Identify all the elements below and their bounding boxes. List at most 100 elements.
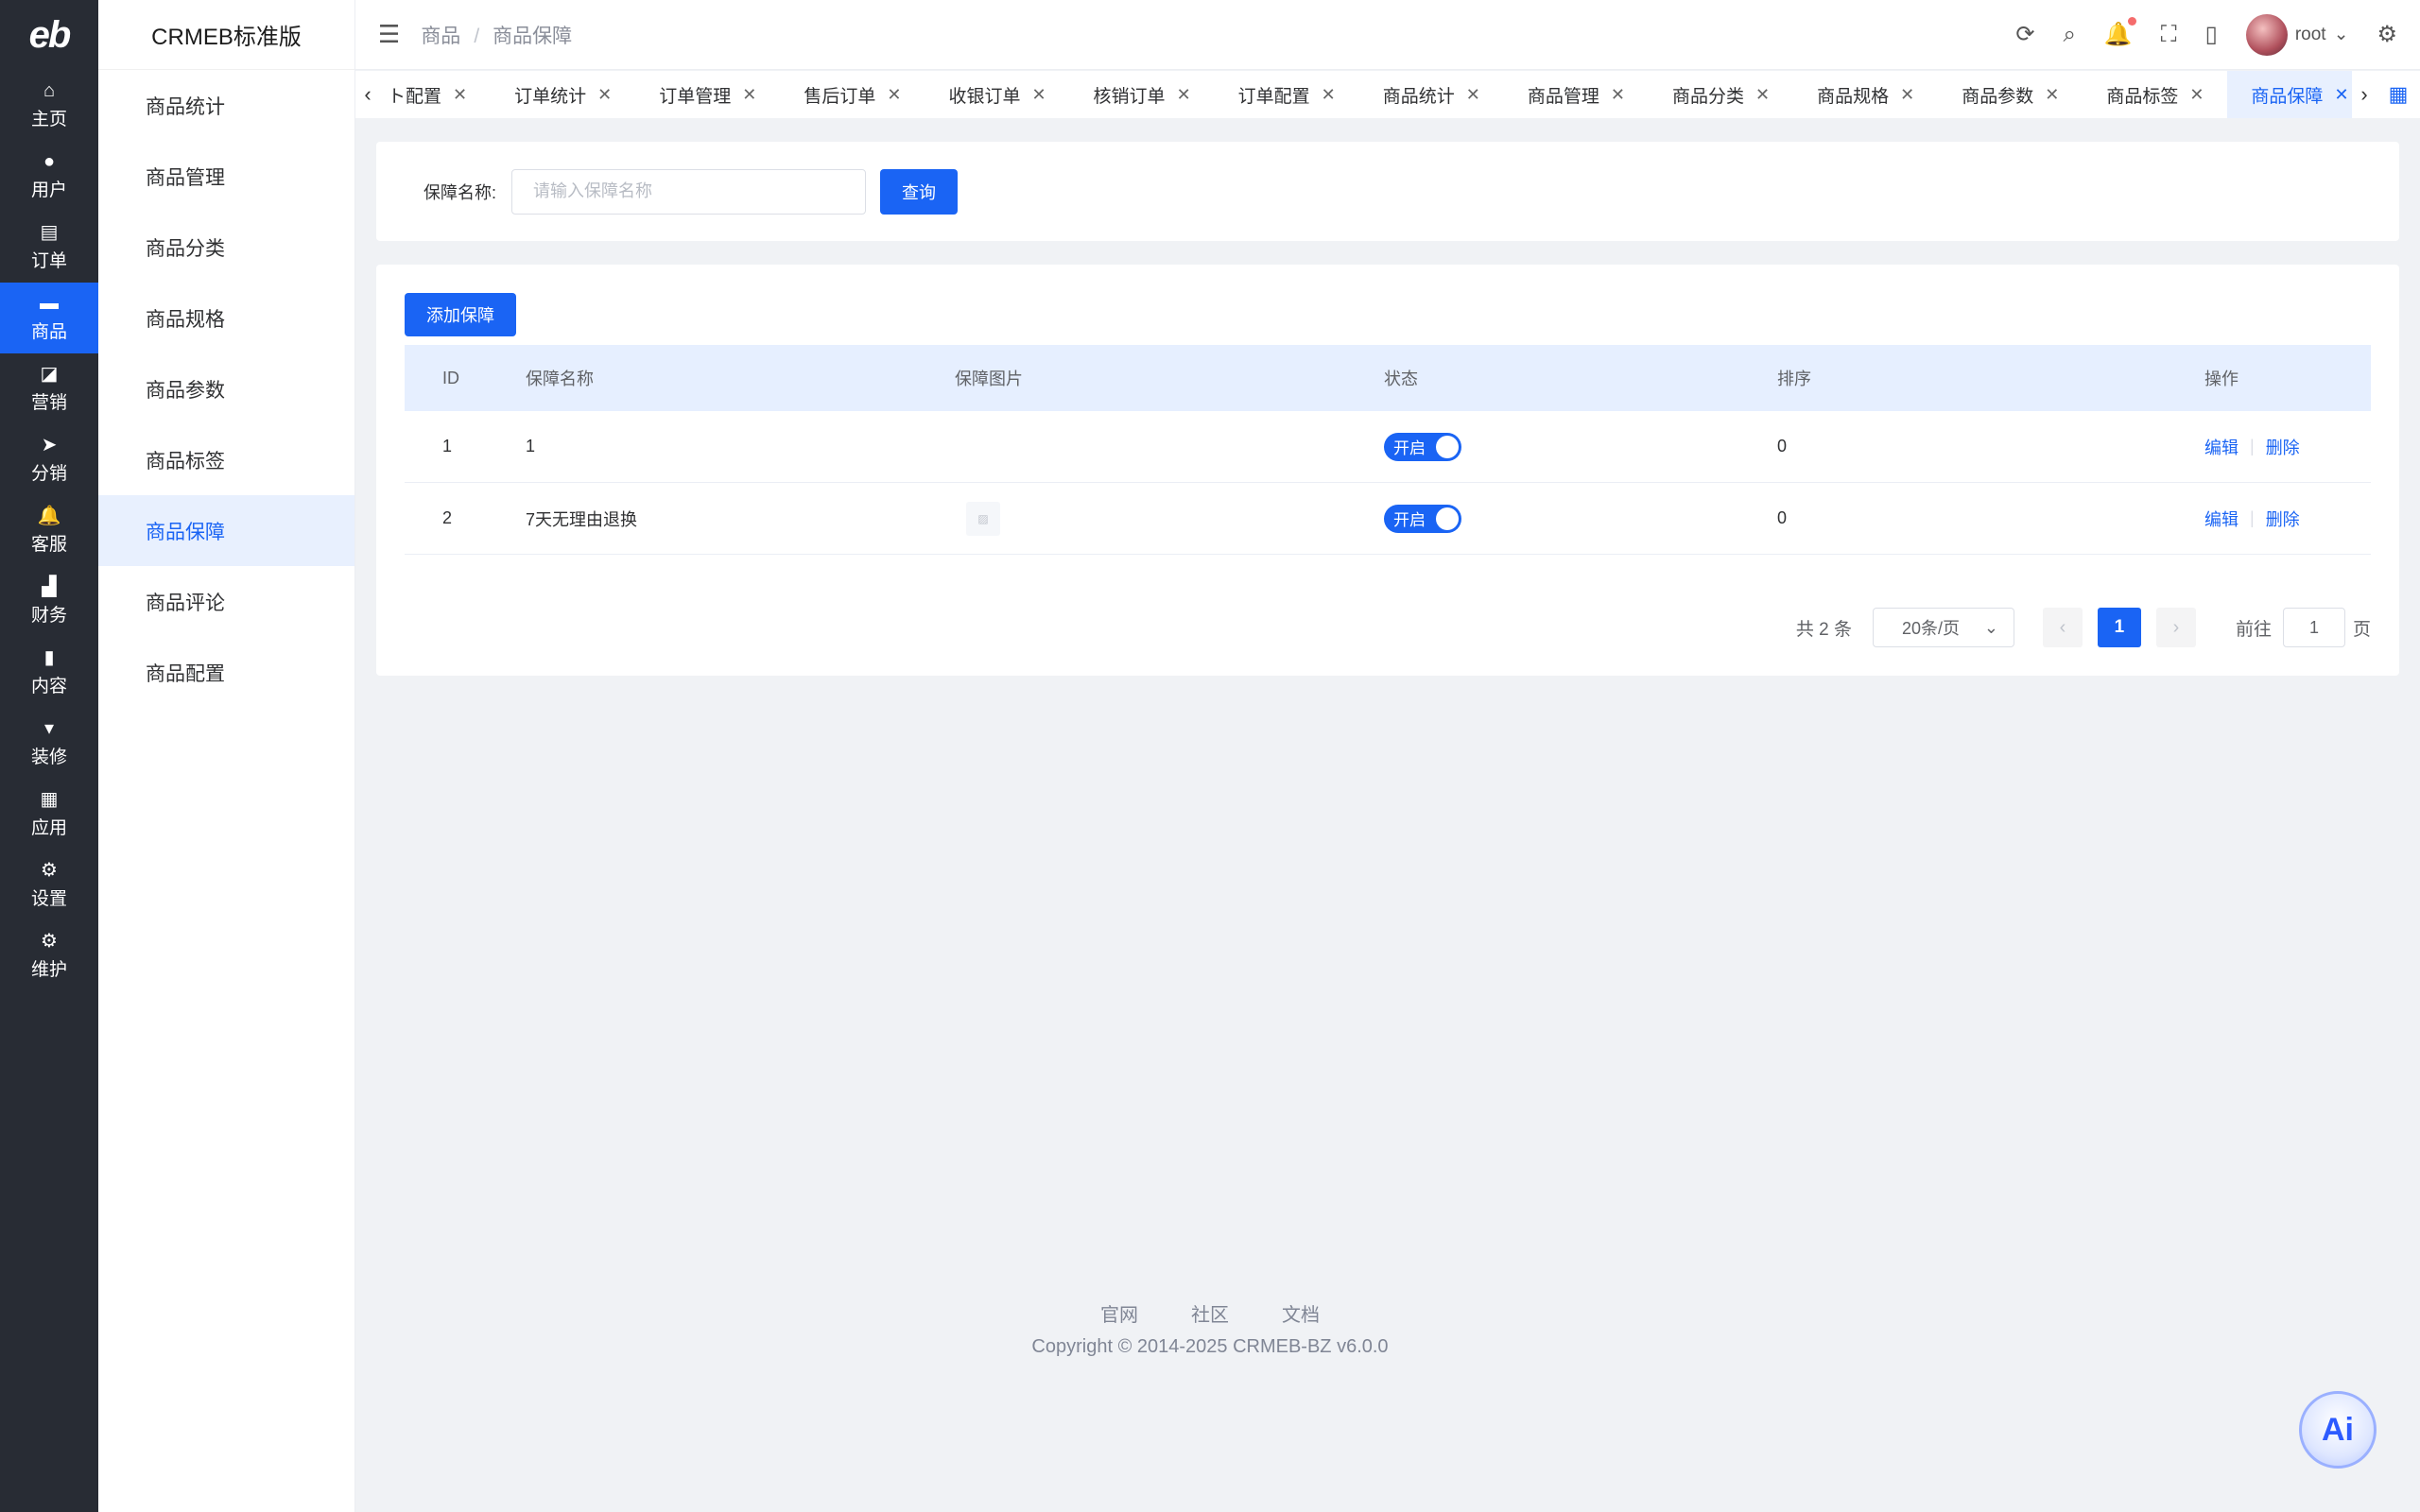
rail-item-label: 订单 — [30, 251, 67, 271]
close-icon[interactable]: ✕ — [453, 85, 467, 105]
tab-product-category[interactable]: 商品分类 ✕ — [1649, 71, 1793, 118]
table-card: 添加保障 ID 保障名称 保障图片 状态 排序 操作 1 1 开启 0 编辑 |… — [376, 265, 2399, 676]
cell-status: 开启 — [1384, 504, 1777, 533]
cell-id: 2 — [442, 508, 453, 527]
copyright-text: Copyright © 2014-2025 CRMEB-BZ v6.0.0 — [1031, 1336, 1389, 1357]
rail-item-order[interactable]: ▤ 订单 — [0, 212, 98, 283]
rail-item-product[interactable]: ▬ 商品 — [0, 283, 98, 353]
home-icon: ⌂ — [43, 80, 56, 101]
tab-verify-orders[interactable]: 核销订单 ✕ — [1070, 71, 1215, 118]
apps-grid-icon: ▦ — [40, 789, 59, 810]
close-icon[interactable]: ✕ — [1755, 85, 1770, 105]
query-button[interactable]: 查询 — [880, 168, 959, 215]
close-icon[interactable]: ✕ — [1900, 85, 1914, 105]
close-icon[interactable]: ✕ — [1466, 85, 1480, 105]
rail-item-decoration[interactable]: ▾ 装修 — [0, 708, 98, 779]
rail-item-finance[interactable]: ▟ 财务 — [0, 566, 98, 637]
prev-page-icon[interactable]: ‹ — [2042, 608, 2083, 647]
goto-page-input[interactable] — [2282, 608, 2345, 647]
footer-link-official[interactable]: 官网 — [1100, 1299, 1138, 1327]
mobile-preview-icon[interactable]: ▯ — [2205, 21, 2218, 48]
status-toggle[interactable]: 开启 — [1384, 504, 1461, 533]
rail-item-distribution[interactable]: ➤ 分销 — [0, 424, 98, 495]
delete-link[interactable]: 删除 — [2266, 435, 2300, 459]
brush-icon: ▾ — [43, 718, 55, 739]
close-icon[interactable]: ✕ — [1177, 85, 1191, 105]
submenu-item-product-spec[interactable]: 商品规格 — [98, 283, 354, 353]
column-header-status: 状态 — [1384, 369, 1418, 388]
close-icon[interactable]: ✕ — [2045, 85, 2059, 105]
submenu-item-product-config[interactable]: 商品配置 — [98, 637, 354, 708]
tab-product-manage[interactable]: 商品管理 ✕ — [1504, 71, 1649, 118]
settings-gear-icon[interactable]: ⚙ — [2377, 21, 2397, 48]
tab-cashier-orders[interactable]: 收银订单 ✕ — [925, 71, 1069, 118]
tab-product-stats[interactable]: 商品统计 ✕ — [1359, 71, 1504, 118]
rail-item-user[interactable]: ● 用户 — [0, 141, 98, 212]
rail-item-marketing[interactable]: ◪ 营销 — [0, 353, 98, 424]
ai-assistant-button[interactable]: Ai — [2299, 1391, 2377, 1469]
rail-item-maintenance[interactable]: ⚙ 维护 — [0, 920, 98, 991]
tabs-scroll-left-icon[interactable]: ‹ — [355, 82, 380, 107]
submenu-item-product-reviews[interactable]: 商品评论 — [98, 566, 354, 637]
tab-order-manage[interactable]: 订单管理 ✕ — [635, 71, 780, 118]
notification-bell-icon[interactable]: 🔔 — [2104, 17, 2136, 48]
cell-status: 开启 — [1384, 432, 1777, 461]
close-icon[interactable]: ✕ — [1031, 85, 1046, 105]
tab-after-sales[interactable]: 售后订单 ✕ — [780, 71, 925, 118]
close-icon[interactable]: ✕ — [887, 85, 901, 105]
book-icon: ▮ — [43, 647, 55, 668]
close-icon[interactable]: ✕ — [1611, 85, 1625, 105]
gear-icon: ⚙ — [41, 860, 58, 881]
footer-link-community[interactable]: 社区 — [1191, 1299, 1229, 1327]
tab-label: 订单管理 — [659, 86, 732, 107]
top-header: ☰ 商品 / 商品保障 ⟳ ⌕ 🔔 ⛶ ▯ root ⌄ ⚙ — [355, 0, 2420, 70]
close-icon[interactable]: ✕ — [597, 85, 612, 105]
product-submenu: CRMEB标准版 商品统计 商品管理 商品分类 商品规格 商品参数 商品标签 商… — [98, 0, 355, 1512]
submenu-item-product-params[interactable]: 商品参数 — [98, 353, 354, 424]
close-icon[interactable]: ✕ — [2189, 85, 2204, 105]
submenu-item-product-stats[interactable]: 商品统计 — [98, 70, 354, 141]
user-menu[interactable]: root ⌄ — [2245, 13, 2348, 56]
guarantee-name-input[interactable] — [511, 168, 867, 215]
close-icon[interactable]: ✕ — [1322, 85, 1336, 105]
status-toggle[interactable]: 开启 — [1384, 432, 1461, 461]
image-placeholder-icon[interactable]: ▨ — [966, 501, 1000, 536]
delete-link[interactable]: 删除 — [2266, 507, 2300, 531]
tabs-menu-grid-icon[interactable]: ▦ — [2377, 82, 2420, 107]
rail-item-apps[interactable]: ▦ 应用 — [0, 779, 98, 850]
rail-item-settings[interactable]: ⚙ 设置 — [0, 850, 98, 920]
tab-label: ト配置 — [388, 86, 442, 107]
submenu-item-product-category[interactable]: 商品分类 — [98, 212, 354, 283]
rail-item-label: 应用 — [30, 818, 67, 838]
add-guarantee-button[interactable]: 添加保障 — [405, 293, 516, 336]
edit-link[interactable]: 编辑 — [2204, 435, 2238, 459]
close-icon[interactable]: ✕ — [2334, 85, 2348, 105]
tab-product-spec[interactable]: 商品规格 ✕ — [1793, 71, 1938, 118]
tab-order-config[interactable]: 订单配置 ✕ — [1215, 71, 1359, 118]
tabs-scroll-right-icon[interactable]: › — [2352, 82, 2377, 107]
page-number-current[interactable]: 1 — [2097, 608, 2141, 647]
tab-product-guarantee[interactable]: 商品保障 ✕ — [2227, 71, 2352, 118]
tab-order-stats[interactable]: 订单统计 ✕ — [491, 71, 635, 118]
tab-order-config-partial[interactable]: ト配置 ✕ — [380, 71, 491, 118]
rail-item-service[interactable]: 🔔 客服 — [0, 495, 98, 566]
page-size-select[interactable]: 20条/页 ⌄ — [1872, 608, 2014, 647]
breadcrumb-item[interactable]: 商品 — [421, 26, 460, 47]
footer-link-docs[interactable]: 文档 — [1282, 1299, 1320, 1327]
tab-product-tags[interactable]: 商品标签 ✕ — [2083, 71, 2227, 118]
next-page-icon[interactable]: › — [2155, 608, 2196, 647]
submenu-item-product-manage[interactable]: 商品管理 — [98, 141, 354, 212]
menu-toggle-icon[interactable]: ☰ — [378, 20, 400, 49]
rail-item-content[interactable]: ▮ 内容 — [0, 637, 98, 708]
close-icon[interactable]: ✕ — [742, 85, 756, 105]
app-logo[interactable]: eb — [0, 0, 98, 70]
rail-item-home[interactable]: ⌂ 主页 — [0, 70, 98, 141]
refresh-icon[interactable]: ⟳ — [2015, 21, 2034, 48]
submenu-item-product-guarantee[interactable]: 商品保障 — [98, 495, 354, 566]
tab-product-params[interactable]: 商品参数 ✕ — [1938, 71, 2083, 118]
cell-sort: 0 — [1777, 508, 1788, 527]
fullscreen-icon[interactable]: ⛶ — [2161, 22, 2177, 48]
submenu-item-product-tags[interactable]: 商品标签 — [98, 424, 354, 495]
search-icon[interactable]: ⌕ — [2063, 22, 2075, 48]
edit-link[interactable]: 编辑 — [2204, 507, 2238, 531]
